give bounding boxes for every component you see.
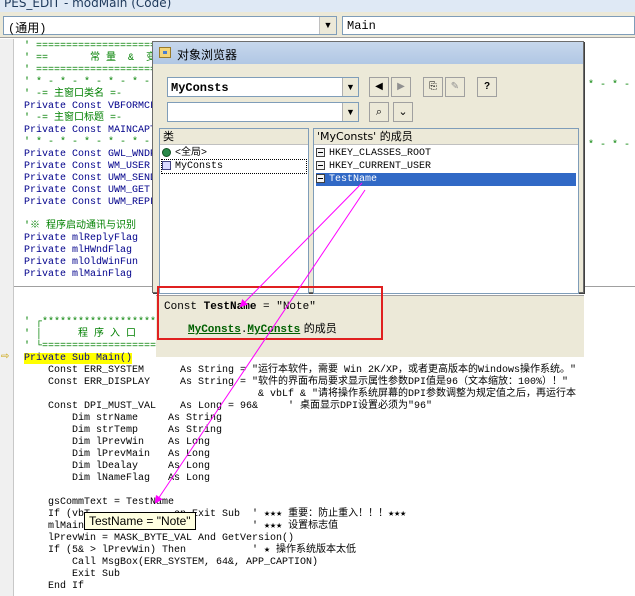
member-item-label: HKEY_CURRENT_USER	[329, 161, 432, 172]
code-line[interactable]: Private Const UWM_GET	[24, 185, 150, 197]
code-line[interactable]: Dim strTemp As String	[24, 425, 222, 437]
code-line[interactable]: Const DPI_MUST_VAL As Long = 96& ' 桌面显示D…	[24, 401, 432, 413]
member-item[interactable]: HKEY_CURRENT_USER	[316, 160, 576, 173]
code-line[interactable]: Private mlReplyFlag	[24, 233, 138, 245]
code-line[interactable]: ' -= 主窗口标题 =-	[24, 113, 122, 125]
toggle-search-results-button[interactable]: ⌄	[393, 102, 413, 122]
code-line[interactable]: Private Const WM_USER	[24, 161, 150, 173]
object-browser-title: 对象浏览器	[177, 48, 238, 62]
code-line[interactable]: Const ERR_DISPLAY As String = "软件的界面布局要求…	[24, 377, 568, 389]
back-icon: ◀	[375, 81, 383, 92]
code-line[interactable]: Call MsgBox(ERR_SYSTEM, 64&, APP_CAPTION…	[24, 557, 318, 569]
globe-icon	[162, 147, 171, 157]
code-line[interactable]: Exit Sub	[24, 569, 120, 581]
code-gutter	[0, 39, 14, 596]
search-combo[interactable]: ▼	[167, 102, 359, 122]
forward-icon: ▶	[397, 81, 405, 92]
code-line[interactable]: If (5& > lPrevWin) Then ' ★ 操作系统版本太低	[24, 545, 356, 557]
code-line[interactable]: ' -= 主窗口类名 =-	[24, 89, 122, 101]
code-line[interactable]: ' │ 程 序 入 口	[24, 329, 136, 341]
class-item-label: MyConsts	[175, 161, 224, 172]
search-button[interactable]: ⌕	[369, 102, 389, 122]
code-line[interactable]: gsCommText = TestName	[24, 497, 174, 509]
class-item-global[interactable]: <全局>	[162, 147, 306, 160]
code-snippet-right: * - * -	[588, 140, 631, 151]
code-line[interactable]: & vbLf & "请将操作系统屏幕的DPI参数调整为规定值之后，再运行本	[24, 389, 576, 401]
library-combo[interactable]: MyConsts ▼	[167, 77, 359, 97]
window-title-bar: PES_EDIT - modMain (Code)	[0, 0, 635, 12]
code-line[interactable]: End If	[24, 581, 84, 593]
code-line[interactable]: Private Const UWM_REPLY	[24, 197, 162, 209]
copy-icon: ⎘	[429, 81, 437, 92]
code-combo-bar: (通用) ▼ Main	[0, 12, 635, 38]
chevron-down-icon[interactable]: ▼	[319, 17, 336, 34]
code-line[interactable]: Private mlMainFlag	[24, 269, 132, 281]
help-button[interactable]: ?	[477, 77, 497, 97]
library-combo-value: MyConsts	[171, 81, 229, 95]
code-line[interactable]: Private mlHWndFlag	[24, 245, 132, 257]
value-tooltip: TestName = "Note"	[84, 512, 196, 530]
object-browser-titlebar[interactable]: 对象浏览器	[153, 42, 583, 64]
class-item-myconsts[interactable]: MyConsts	[161, 159, 307, 174]
object-browser-window: 对象浏览器 MyConsts ▼ ▼ ◀ ▶ ⎘ ✎ ? ⌕ ⌄ 类 <全局> …	[152, 41, 584, 294]
code-line[interactable]: Dim lNameFlag As Long	[24, 473, 210, 485]
code-line[interactable]: '※ 程序启动通讯与识别	[24, 221, 136, 233]
object-browser-icon	[159, 47, 171, 58]
back-button[interactable]: ◀	[369, 77, 389, 97]
constant-icon	[316, 173, 325, 183]
code-line[interactable]: Dim lDealay As Long	[24, 461, 210, 473]
window-title: PES_EDIT - modMain (Code)	[4, 0, 172, 10]
constant-icon	[316, 147, 325, 157]
copy-button[interactable]: ⎘	[423, 77, 443, 97]
code-line[interactable]: Dim strName As String	[24, 413, 222, 425]
chevron-down-icon[interactable]: ▼	[342, 103, 358, 121]
members-header: 'MyConsts' 的成员	[314, 129, 578, 145]
classes-header: 类	[160, 129, 308, 145]
module-icon	[162, 160, 171, 170]
chevron-down-icon: ⌄	[398, 106, 408, 118]
code-snippet-right: * - * -	[588, 80, 631, 91]
code-line[interactable]: lPrevWin = MASK_BYTE_VAL And GetVersion(…	[24, 533, 294, 545]
member-item[interactable]: HKEY_CLASSES_ROOT	[316, 147, 576, 160]
object-combo-value: (通用)	[8, 22, 47, 36]
member-item-label: TestName	[329, 174, 378, 185]
view-definition-icon: ✎	[450, 81, 460, 92]
constant-icon	[316, 160, 325, 170]
member-item-selected[interactable]: TestName	[316, 173, 576, 186]
code-line[interactable]: Dim lPrevWin As Long	[24, 437, 210, 449]
chevron-down-icon[interactable]: ▼	[342, 78, 358, 96]
binoculars-icon: ⌕	[375, 106, 383, 118]
help-icon: ?	[483, 81, 491, 92]
procedure-combo-value: Main	[347, 19, 376, 33]
annotation-red-box	[157, 286, 383, 340]
classes-pane[interactable]: 类 <全局> MyConsts	[159, 128, 309, 294]
code-line[interactable]: If (vbT en Exit Sub ' ★★★ 重要：防止重入！！！★★★	[24, 509, 406, 521]
view-definition-button[interactable]: ✎	[445, 77, 465, 97]
code-line[interactable]: Private mlOldWinFun	[24, 257, 138, 269]
execution-point-icon: ⇨	[1, 351, 10, 362]
procedure-combo[interactable]: Main	[342, 16, 635, 35]
class-item-label: <全局>	[175, 148, 208, 159]
code-line[interactable]: Dim lPrevMain As Long	[24, 449, 210, 461]
code-line[interactable]: Private Const UWM_SEND	[24, 173, 156, 185]
forward-button[interactable]: ▶	[391, 77, 411, 97]
member-item-label: HKEY_CLASSES_ROOT	[329, 148, 432, 159]
code-line[interactable]: Const ERR_SYSTEM As String = "运行本软件，需要 W…	[24, 365, 576, 377]
code-line[interactable]: Private Sub Main()	[24, 353, 133, 365]
object-combo[interactable]: (通用) ▼	[3, 16, 337, 36]
members-pane[interactable]: 'MyConsts' 的成员 HKEY_CLASSES_ROOT HKEY_CU…	[313, 128, 579, 294]
